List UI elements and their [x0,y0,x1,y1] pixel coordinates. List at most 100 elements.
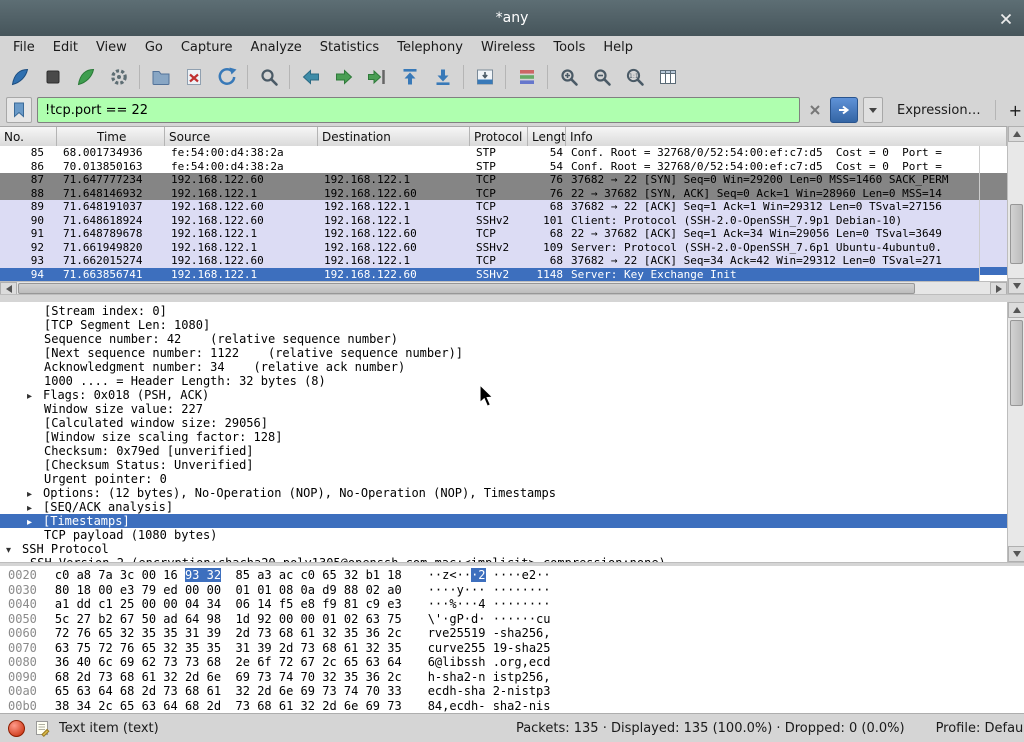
column-header-info[interactable]: Info [566,127,1007,147]
packet-list-vscrollbar[interactable] [1007,126,1024,294]
detail-line[interactable]: ▸[SEQ/ACK analysis] [0,500,1007,514]
scrollbar-thumb[interactable] [1010,204,1023,264]
go-back-button[interactable] [294,62,327,91]
capture-comment-icon[interactable] [34,720,50,737]
hex-row[interactable]: 00a065 63 64 68 2d 73 68 61 32 2d 6e 69 … [8,684,1024,699]
packet-row-selected[interactable]: 9471.663856741192.168.122.1192.168.122.6… [0,268,979,282]
detail-line[interactable]: Acknowledgment number: 34 (relative ack … [0,360,1007,374]
close-window-button[interactable] [997,10,1015,28]
filter-history-dropdown[interactable] [863,97,883,123]
zoom-100-button[interactable]: 1:1 [618,62,651,91]
detail-line[interactable]: ▸Options: (12 bytes), No-Operation (NOP)… [0,486,1007,500]
expander-icon[interactable]: ▸ [27,516,43,530]
scrollbar-trough[interactable] [1008,318,1024,546]
go-to-packet-button[interactable] [360,62,393,91]
detail-line[interactable]: [Calculated window size: 29056] [0,416,1007,430]
column-header-protocol[interactable]: Protocol [470,127,528,147]
filter-clear-button[interactable] [805,98,825,122]
scrollbar-thumb[interactable] [1010,320,1023,406]
menu-edit[interactable]: Edit [44,37,87,58]
stop-capture-button[interactable] [36,62,69,91]
hex-row[interactable]: 0020c0 a8 7a 3c 00 16 93 32 85 a3 ac c0 … [8,568,1024,583]
colorize-button[interactable] [510,62,543,91]
detail-line[interactable]: [TCP Segment Len: 1080] [0,318,1007,332]
start-capture-button[interactable] [3,62,36,91]
detail-line[interactable]: ▾SSH Protocol [0,542,1007,556]
go-to-bottom-button[interactable] [426,62,459,91]
scroll-down-button[interactable] [1008,546,1024,562]
packet-list-hscrollbar[interactable] [0,281,1007,295]
hex-row[interactable]: 00505c 27 b2 67 50 ad 64 98 1d 92 00 00 … [8,612,1024,627]
status-profile[interactable]: Profile: Default [936,721,1024,736]
packet-row[interactable]: 8568.001734936fe:54:00:d4:38:2aSTP54Conf… [0,146,979,160]
menu-tools[interactable]: Tools [544,37,594,58]
zoom-out-button[interactable] [585,62,618,91]
detail-line[interactable]: 1000 .... = Header Length: 32 bytes (8) [0,374,1007,388]
packet-row[interactable]: 8771.647777234192.168.122.60192.168.122.… [0,173,979,187]
detail-line[interactable]: [Next sequence number: 1122 (relative se… [0,346,1007,360]
scroll-up-button[interactable] [1008,126,1024,142]
menu-telephony[interactable]: Telephony [388,37,472,58]
menu-capture[interactable]: Capture [172,37,242,58]
packet-row[interactable]: 9371.662015274192.168.122.60192.168.122.… [0,254,979,268]
expression-button[interactable]: Expression… [888,103,990,118]
go-to-top-button[interactable] [393,62,426,91]
packet-row[interactable]: 9171.648789678192.168.122.1192.168.122.6… [0,227,979,241]
hex-row[interactable]: 007063 75 72 76 65 32 35 35 31 39 2d 73 … [8,641,1024,656]
hex-row[interactable]: 008036 40 6c 69 62 73 73 68 2e 6f 72 67 … [8,655,1024,670]
packet-row[interactable]: 9071.648618924192.168.122.60192.168.122.… [0,214,979,228]
menu-help[interactable]: Help [594,37,642,58]
close-file-button[interactable] [177,62,210,91]
go-forward-button[interactable] [327,62,360,91]
display-filter-input[interactable] [37,97,800,123]
menu-go[interactable]: Go [136,37,172,58]
detail-line-selected[interactable]: ▸[Timestamps] [0,514,1007,528]
hex-row[interactable]: 003080 18 00 e3 79 ed 00 00 01 01 08 0a … [8,583,1024,598]
detail-line[interactable]: [Stream index: 0] [0,304,1007,318]
expander-icon[interactable]: ▾ [6,544,22,558]
column-header-length[interactable]: Length [528,127,566,147]
column-header-no[interactable]: No. [0,127,57,147]
detail-line[interactable]: Window size value: 227 [0,402,1007,416]
hex-row[interactable]: 006072 76 65 32 35 35 31 39 2d 73 68 61 … [8,626,1024,641]
packet-row[interactable]: 8971.648191037192.168.122.60192.168.122.… [0,200,979,214]
reload-file-button[interactable] [210,62,243,91]
capture-options-button[interactable] [102,62,135,91]
menu-analyze[interactable]: Analyze [242,37,311,58]
packet-row[interactable]: 9271.661949820192.168.122.1192.168.122.6… [0,241,979,255]
filter-bookmark-button[interactable] [6,97,32,123]
hex-row[interactable]: 0040a1 dd c1 25 00 00 04 34 06 14 f5 e8 … [8,597,1024,612]
detail-line[interactable]: Checksum: 0x79ed [unverified] [0,444,1007,458]
details-vscrollbar[interactable] [1007,302,1024,562]
packet-row[interactable]: 8871.648146932192.168.122.1192.168.122.6… [0,187,979,201]
menu-statistics[interactable]: Statistics [311,37,388,58]
menu-file[interactable]: File [4,37,44,58]
menu-wireless[interactable]: Wireless [472,37,544,58]
packet-row[interactable]: 8670.013850163fe:54:00:d4:38:2aSTP54Conf… [0,160,979,174]
hex-row[interactable]: 00b038 34 2c 65 63 64 68 2d 73 68 61 32 … [8,699,1024,714]
scrollbar-trough[interactable] [1008,142,1024,278]
hex-row[interactable]: 009068 2d 73 68 61 32 2d 6e 69 73 74 70 … [8,670,1024,685]
restart-capture-button[interactable] [69,62,102,91]
auto-scroll-button[interactable] [468,62,501,91]
column-header-destination[interactable]: Destination [318,127,470,147]
column-header-source[interactable]: Source [165,127,318,147]
filter-apply-button[interactable] [830,97,858,123]
detail-line[interactable]: Sequence number: 42 (relative sequence n… [0,332,1007,346]
detail-line[interactable]: TCP payload (1080 bytes) [0,528,1007,542]
menu-view[interactable]: View [87,37,136,58]
find-packet-button[interactable] [252,62,285,91]
scroll-up-button[interactable] [1008,302,1024,318]
detail-line[interactable]: ▸Flags: 0x018 (PSH, ACK) [0,388,1007,402]
add-filter-button[interactable]: + [1001,101,1024,120]
resize-columns-button[interactable] [651,62,684,91]
expander-icon[interactable]: ▸ [27,390,43,404]
detail-line[interactable]: [Window size scaling factor: 128] [0,430,1007,444]
detail-line[interactable]: [Checksum Status: Unverified] [0,458,1007,472]
zoom-in-button[interactable] [552,62,585,91]
open-file-button[interactable] [144,62,177,91]
column-header-time[interactable]: Time [57,127,165,147]
scroll-down-button[interactable] [1008,278,1024,294]
expert-info-icon[interactable] [8,720,25,737]
scrollbar-thumb[interactable] [18,283,915,294]
